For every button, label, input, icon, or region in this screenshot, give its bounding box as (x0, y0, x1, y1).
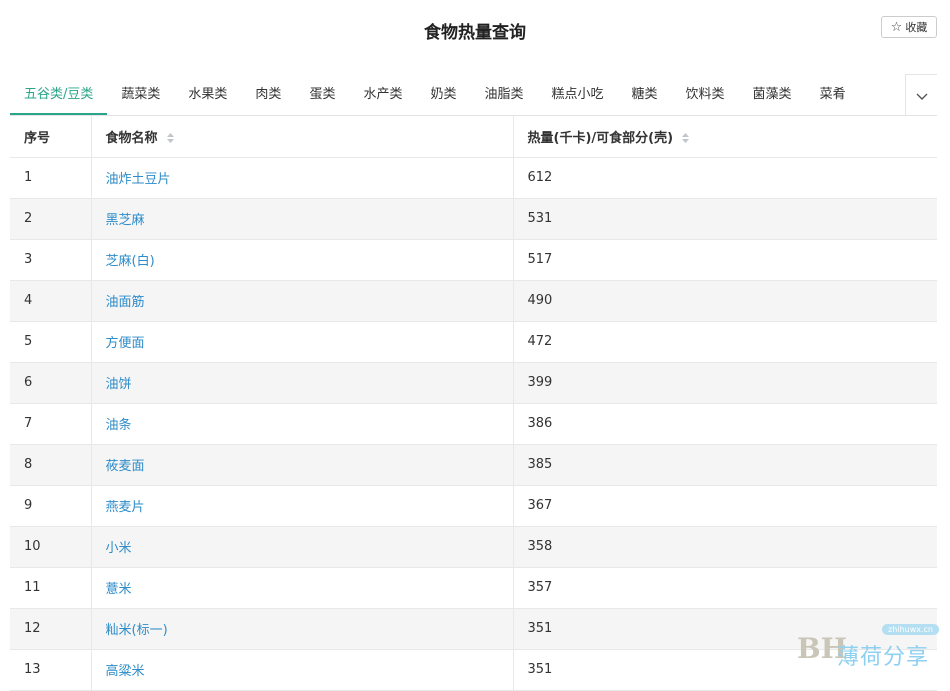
cell-index: 3 (10, 239, 91, 281)
favorite-label: 收藏 (905, 21, 928, 34)
food-name-link[interactable]: 莜麦面 (106, 459, 145, 474)
header-name[interactable]: 食物名称 (90, 116, 513, 158)
food-name-link[interactable]: 黑芝麻 (106, 213, 145, 228)
tab-11[interactable]: 菌藻类 (739, 74, 806, 115)
header-index: 序号 (10, 116, 91, 158)
tab-12[interactable]: 菜肴 (806, 74, 860, 115)
cell-name: 薏米 (90, 567, 513, 609)
table-header-row: 序号 食物名称 热量(千卡)/可食部分(壳) (10, 116, 937, 158)
cell-index: 9 (10, 485, 91, 527)
food-name-link[interactable]: 小米 (106, 541, 132, 556)
cell-calories: 517 (512, 239, 937, 281)
watermark: zhihuwx.cn BH 薄荷分享 (797, 624, 942, 670)
cell-name: 籼米(标一) (90, 608, 513, 650)
tab-2[interactable]: 水果类 (174, 74, 241, 115)
food-name-link[interactable]: 油条 (106, 418, 132, 433)
table-row: 2 黑芝麻 531 (10, 198, 937, 240)
favorite-button[interactable]: ☆ 收藏 (881, 16, 937, 38)
tab-0[interactable]: 五谷类/豆类 (10, 74, 108, 115)
cell-index: 13 (10, 649, 91, 691)
cell-calories: 367 (512, 485, 937, 527)
cell-calories: 358 (512, 526, 937, 568)
tab-10[interactable]: 饮料类 (672, 74, 739, 115)
food-name-link[interactable]: 油面筋 (106, 295, 145, 310)
table-row: 10 小米 358 (10, 526, 937, 568)
food-name-link[interactable]: 燕麦片 (106, 500, 145, 515)
table-row: 5 方便面 472 (10, 321, 937, 363)
cell-name: 方便面 (90, 321, 513, 363)
header-index-label: 序号 (24, 130, 51, 146)
cell-calories: 357 (512, 567, 937, 609)
watermark-badge: zhihuwx.cn (882, 624, 939, 635)
cell-calories: 472 (512, 321, 937, 363)
cell-name: 高粱米 (90, 649, 513, 691)
tab-1[interactable]: 蔬菜类 (107, 74, 174, 115)
table-row: 8 莜麦面 385 (10, 444, 937, 486)
table-row: 4 油面筋 490 (10, 280, 937, 322)
cell-calories: 612 (512, 157, 937, 199)
cell-calories: 399 (512, 362, 937, 404)
category-tabs: 五谷类/豆类 蔬菜类 水果类 肉类 蛋类 水产类 奶类 油脂类 糕点小吃 糖类 饮料类 菌藻类 菜肴 (10, 74, 937, 116)
cell-name: 芝麻(白) (90, 239, 513, 281)
tab-3[interactable]: 肉类 (241, 74, 295, 115)
food-name-link[interactable]: 高粱米 (106, 664, 145, 679)
cell-calories: 531 (512, 198, 937, 240)
cell-name: 油条 (90, 403, 513, 445)
cell-calories: 490 (512, 280, 937, 322)
header-calories-label: 热量(千卡)/可食部分(壳) (527, 130, 674, 146)
cell-index: 6 (10, 362, 91, 404)
tab-4[interactable]: 蛋类 (295, 74, 349, 115)
tab-6[interactable]: 奶类 (416, 74, 470, 115)
sort-icon[interactable] (681, 132, 690, 144)
cell-index: 10 (10, 526, 91, 568)
table-row: 7 油条 386 (10, 403, 937, 445)
tabs-expand-button[interactable] (905, 74, 937, 115)
header-calories[interactable]: 热量(千卡)/可食部分(壳) (512, 116, 937, 158)
tab-8[interactable]: 糕点小吃 (538, 74, 618, 115)
cell-index: 8 (10, 444, 91, 486)
cell-name: 莜麦面 (90, 444, 513, 486)
cell-index: 11 (10, 567, 91, 609)
star-icon: ☆ (890, 19, 903, 35)
cell-index: 5 (10, 321, 91, 363)
cell-calories: 385 (512, 444, 937, 486)
cell-name: 油炸土豆片 (90, 157, 513, 199)
cell-name: 油饼 (90, 362, 513, 404)
cell-name: 燕麦片 (90, 485, 513, 527)
food-name-link[interactable]: 方便面 (106, 336, 145, 351)
table-row: 1 油炸土豆片 612 (10, 157, 937, 199)
food-name-link[interactable]: 籼米(标一) (106, 623, 168, 638)
watermark-text: 薄荷分享 (837, 645, 930, 670)
cell-name: 小米 (90, 526, 513, 568)
cell-index: 4 (10, 280, 91, 322)
food-name-link[interactable]: 薏米 (106, 582, 132, 597)
table-row: 11 薏米 357 (10, 567, 937, 609)
table-row: 6 油饼 399 (10, 362, 937, 404)
cell-index: 2 (10, 198, 91, 240)
tab-list: 五谷类/豆类 蔬菜类 水果类 肉类 蛋类 水产类 奶类 油脂类 糕点小吃 糖类 饮料类 菌藻类 菜肴 (10, 74, 860, 115)
food-name-link[interactable]: 油饼 (106, 377, 132, 392)
food-name-link[interactable]: 油炸土豆片 (106, 172, 171, 187)
chevron-down-icon (916, 86, 928, 105)
food-name-link[interactable]: 芝麻(白) (106, 254, 155, 269)
header-name-label: 食物名称 (105, 130, 158, 146)
tab-9[interactable]: 糖类 (618, 74, 672, 115)
table-row: 9 燕麦片 367 (10, 485, 937, 527)
cell-index: 12 (10, 608, 91, 650)
tab-5[interactable]: 水产类 (349, 74, 416, 115)
food-table: 序号 食物名称 热量(千卡)/可食部分(壳) 1 油炸土豆片 612 2 黑芝麻 531 3… (10, 116, 937, 691)
cell-name: 黑芝麻 (90, 198, 513, 240)
tab-7[interactable]: 油脂类 (470, 74, 537, 115)
sort-icon[interactable] (166, 132, 175, 144)
cell-index: 1 (10, 157, 91, 199)
cell-name: 油面筋 (90, 280, 513, 322)
page-title: 食物热量查询 (424, 23, 526, 43)
table-row: 3 芝麻(白) 517 (10, 239, 937, 281)
cell-index: 7 (10, 403, 91, 445)
cell-calories: 386 (512, 403, 937, 445)
